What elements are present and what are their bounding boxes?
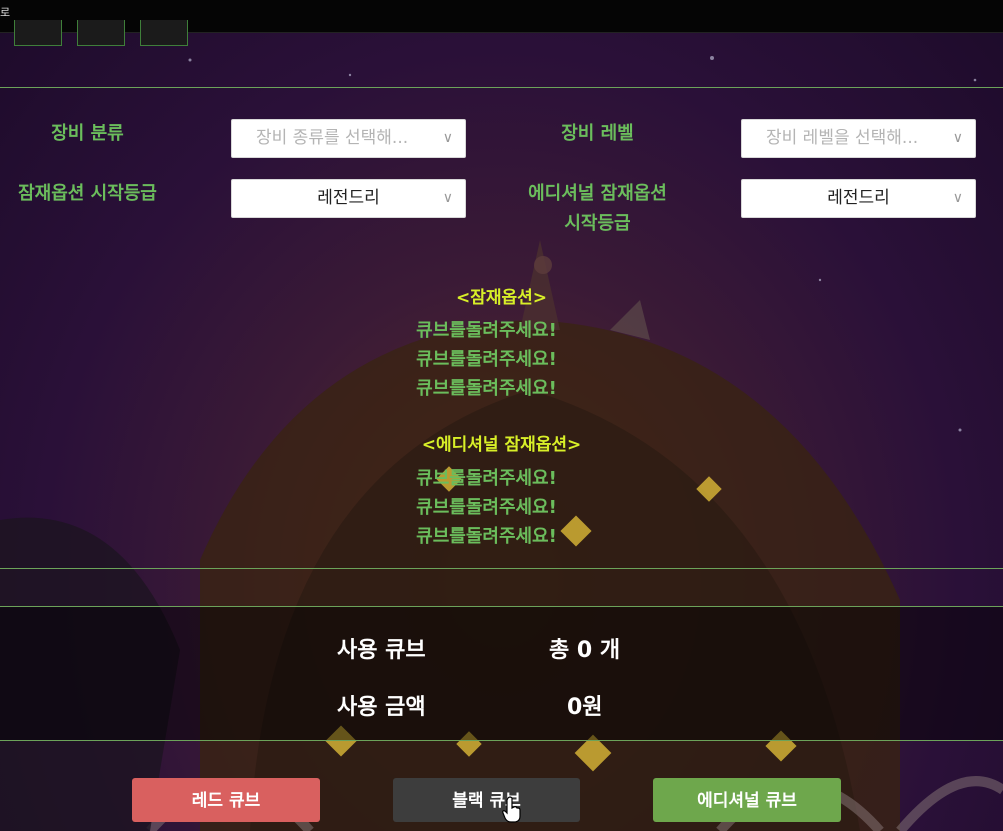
window-title: 로 <box>0 6 11 19</box>
red-cube-button[interactable]: 레드 큐브 <box>132 778 320 822</box>
usage-panel <box>0 606 1003 740</box>
additional-line-2: 큐브를돌려주세요! <box>416 497 557 518</box>
potential-grade-select[interactable]: 레전드리 ∨ <box>231 179 466 218</box>
used-cubes-value: 총 0 개 <box>549 638 621 663</box>
divider-top <box>0 87 1003 88</box>
used-money-value: 0원 <box>567 695 603 720</box>
additional-grade-label-line1: 에디셔널 잠재옵션 <box>528 183 667 204</box>
used-cubes-label: 사용 큐브 <box>337 638 426 663</box>
used-money-label: 사용 금액 <box>337 695 426 720</box>
chevron-down-icon: ∨ <box>442 130 453 146</box>
potential-line-1: 큐브를돌려주세요! <box>416 320 557 341</box>
equip-type-label: 장비 분류 <box>51 123 124 144</box>
potential-section-title: <잠재옵션> <box>455 288 548 308</box>
divider-stats-top <box>0 606 1003 607</box>
potential-line-2: 큐브를돌려주세요! <box>416 349 557 370</box>
additional-grade-label-line2: 시작등급 <box>564 213 631 234</box>
divider-stats-bottom <box>0 740 1003 741</box>
additional-line-1: 큐브를돌려주세요! <box>416 468 557 489</box>
chevron-down-icon: ∨ <box>952 130 963 146</box>
additional-section-title: <에디셔널 잠재옵션> <box>421 435 582 455</box>
top-tab-row <box>14 20 188 46</box>
hand-cursor-icon <box>502 796 521 823</box>
additional-line-3: 큐브를돌려주세요! <box>416 526 557 547</box>
potential-grade-label: 잠재옵션 시작등급 <box>18 183 157 204</box>
potential-line-3: 큐브를돌려주세요! <box>416 378 557 399</box>
tab-3[interactable] <box>140 20 188 46</box>
equip-level-label: 장비 레벨 <box>561 123 634 144</box>
tab-1[interactable] <box>14 20 62 46</box>
divider-middle <box>0 568 1003 569</box>
chevron-down-icon: ∨ <box>952 190 963 206</box>
equip-level-select[interactable]: 장비 레벨을 선택해... ∨ <box>741 119 976 158</box>
additional-grade-select[interactable]: 레전드리 ∨ <box>741 179 976 218</box>
additional-grade-value: 레전드리 <box>827 188 890 208</box>
equip-level-placeholder: 장비 레벨을 선택해... <box>766 128 919 148</box>
additional-cube-button[interactable]: 에디셔널 큐브 <box>653 778 841 822</box>
chevron-down-icon: ∨ <box>442 190 453 206</box>
black-cube-button[interactable]: 블랙 큐브 <box>393 778 580 822</box>
potential-grade-value: 레전드리 <box>317 188 380 208</box>
tab-2[interactable] <box>77 20 125 46</box>
equip-type-placeholder: 장비 종류를 선택해... <box>256 128 409 148</box>
additional-grade-label: 에디셔널 잠재옵션 시작등급 <box>500 179 695 239</box>
equip-type-select[interactable]: 장비 종류를 선택해... ∨ <box>231 119 466 158</box>
